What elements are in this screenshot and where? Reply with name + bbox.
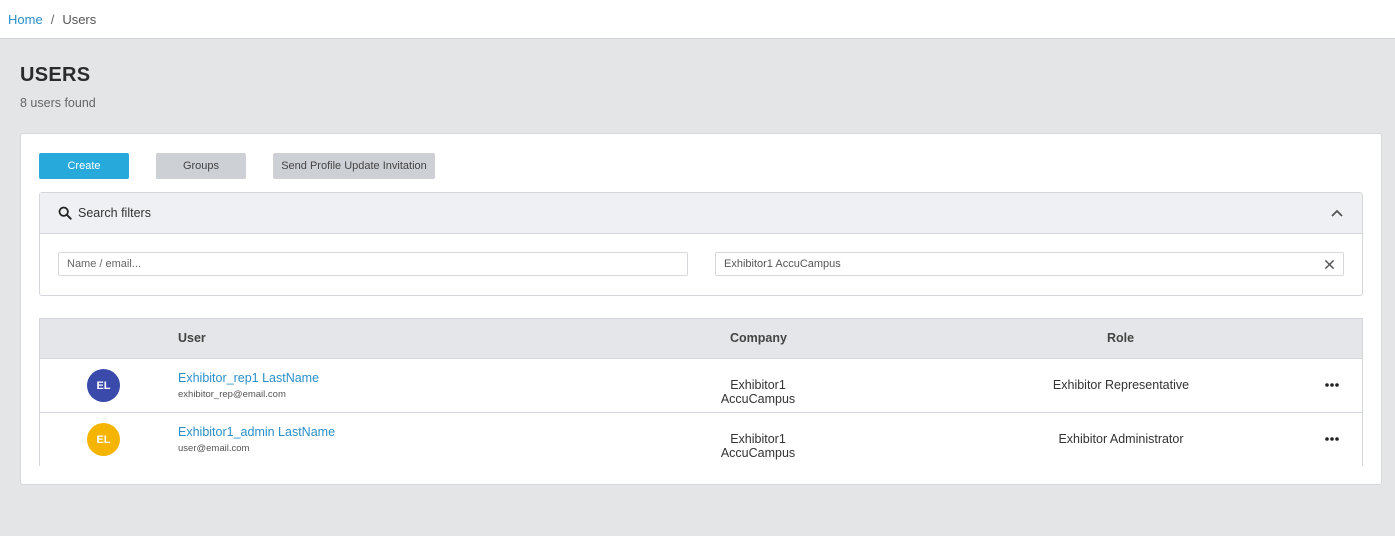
breadcrumb-home-link[interactable]: Home [8, 12, 43, 27]
user-name-link[interactable]: Exhibitor1_admin LastName [178, 425, 335, 439]
send-profile-invitation-button[interactable]: Send Profile Update Invitation [273, 153, 435, 179]
user-role: Exhibitor Representative [1052, 378, 1190, 392]
search-icon [58, 206, 72, 220]
column-header-role[interactable]: Role [1107, 331, 1134, 345]
groups-button[interactable]: Groups [156, 153, 246, 179]
ellipsis-icon [1325, 383, 1339, 387]
name-email-search-input[interactable] [58, 252, 688, 276]
avatar: EL [87, 369, 120, 402]
table-row: EL Exhibitor_rep1 LastName exhibitor_rep… [40, 359, 1362, 413]
users-count: 8 users found [20, 96, 96, 110]
column-header-company[interactable]: Company [730, 331, 787, 345]
user-email: exhibitor_rep@email.com [178, 389, 286, 400]
company-filter-value: Exhibitor1 AccuCampus [724, 258, 841, 270]
more-actions-icon[interactable] [1324, 429, 1340, 449]
close-icon[interactable] [1324, 259, 1335, 270]
user-name-link[interactable]: Exhibitor_rep1 LastName [178, 371, 319, 385]
more-actions-icon[interactable] [1324, 375, 1340, 395]
users-card: Create Groups Send Profile Update Invita… [20, 133, 1382, 485]
page-title: USERS [20, 64, 91, 86]
user-email: user@email.com [178, 443, 250, 454]
company-filter-select[interactable]: Exhibitor1 AccuCampus [715, 252, 1344, 276]
users-table: User Company Role EL Exhibitor_rep1 Last… [39, 318, 1363, 467]
avatar: EL [87, 423, 120, 456]
user-role: Exhibitor Administrator [1058, 432, 1184, 446]
search-filters-title: Search filters [78, 206, 151, 220]
breadcrumb-separator: / [50, 11, 55, 27]
user-company: Exhibitor1 AccuCampus [720, 432, 796, 460]
table-row: EL Exhibitor1_admin LastName user@email.… [40, 413, 1362, 467]
chevron-up-icon[interactable] [1330, 206, 1344, 220]
user-company: Exhibitor1 AccuCampus [720, 378, 796, 406]
table-header: User Company Role [40, 319, 1362, 359]
breadcrumb-current: Users [62, 11, 97, 27]
column-header-user[interactable]: User [178, 331, 206, 345]
create-button[interactable]: Create [39, 153, 129, 179]
breadcrumb: Home / Users [0, 0, 1395, 39]
search-filters-panel: Search filters Exhibitor1 AccuCampus [39, 192, 1363, 296]
search-filters-header[interactable]: Search filters [40, 193, 1362, 234]
ellipsis-icon [1325, 437, 1339, 441]
